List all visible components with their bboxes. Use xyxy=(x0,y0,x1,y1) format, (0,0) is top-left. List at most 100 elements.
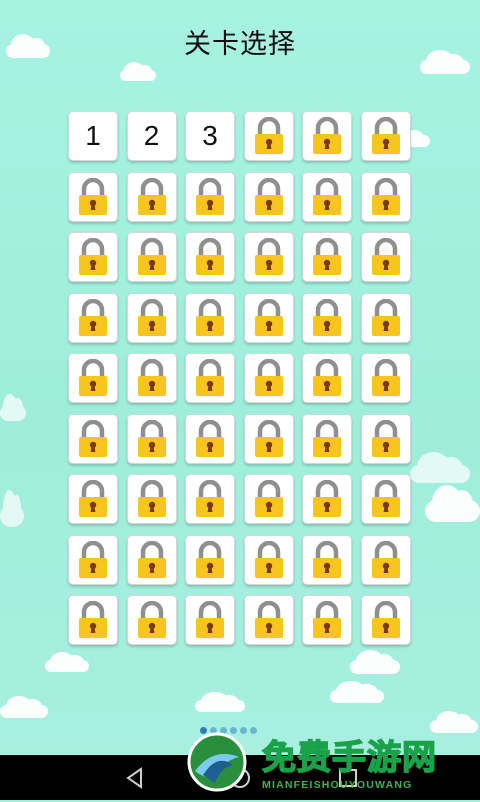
locked-level-button[interactable] xyxy=(360,171,411,222)
locked-level-button[interactable] xyxy=(302,474,352,524)
locked-level-button[interactable] xyxy=(68,534,118,585)
locked-level-button[interactable] xyxy=(302,413,352,464)
locked-level-button[interactable] xyxy=(185,595,235,645)
page-dot[interactable] xyxy=(250,727,257,734)
locked-level-button[interactable] xyxy=(126,171,177,222)
locked-level-button[interactable] xyxy=(126,595,177,645)
cloud xyxy=(425,484,480,522)
locked-level-button[interactable] xyxy=(360,534,411,585)
padlock-icon xyxy=(135,177,169,216)
cloud xyxy=(45,651,89,672)
padlock-icon xyxy=(76,238,110,276)
padlock-icon xyxy=(310,601,344,639)
padlock-icon xyxy=(310,117,344,155)
locked-level-button[interactable] xyxy=(185,413,235,464)
padlock-icon xyxy=(252,359,286,397)
locked-level-button[interactable] xyxy=(243,534,294,585)
padlock-icon xyxy=(369,419,403,458)
locked-level-button[interactable] xyxy=(126,292,177,343)
padlock-icon xyxy=(310,480,344,518)
locked-level-button[interactable] xyxy=(243,595,294,645)
padlock-icon xyxy=(252,177,286,216)
locked-level-button[interactable] xyxy=(360,413,411,464)
padlock-icon xyxy=(193,540,227,579)
padlock-icon xyxy=(193,359,227,397)
locked-level-button[interactable] xyxy=(243,353,294,403)
locked-level-button[interactable] xyxy=(68,474,118,524)
padlock-icon xyxy=(252,117,286,155)
locked-level-button[interactable] xyxy=(68,232,118,282)
locked-level-button[interactable] xyxy=(302,111,352,161)
locked-level-button[interactable] xyxy=(68,595,118,645)
locked-level-button[interactable] xyxy=(185,534,235,585)
level-button-2[interactable]: 2 xyxy=(126,111,177,161)
padlock-icon xyxy=(76,419,110,458)
padlock-icon xyxy=(310,419,344,458)
locked-level-button[interactable] xyxy=(185,232,235,282)
padlock-icon xyxy=(369,177,403,216)
locked-level-button[interactable] xyxy=(243,232,294,282)
padlock-icon xyxy=(310,177,344,216)
level-button-1[interactable]: 1 xyxy=(68,111,118,161)
back-icon[interactable] xyxy=(120,763,150,793)
level-number: 1 xyxy=(85,120,101,151)
locked-level-button[interactable] xyxy=(243,292,294,343)
locked-level-button[interactable] xyxy=(68,171,118,222)
padlock-icon xyxy=(76,177,110,216)
locked-level-button[interactable] xyxy=(243,171,294,222)
padlock-icon xyxy=(135,419,169,458)
locked-level-button[interactable] xyxy=(360,111,411,161)
locked-level-button[interactable] xyxy=(68,353,118,403)
locked-level-button[interactable] xyxy=(185,171,235,222)
locked-level-button[interactable] xyxy=(302,595,352,645)
padlock-icon xyxy=(193,177,227,216)
locked-level-button[interactable] xyxy=(360,595,411,645)
level-number: 3 xyxy=(202,120,218,151)
locked-level-button[interactable] xyxy=(302,232,352,282)
padlock-icon xyxy=(76,298,110,337)
padlock-icon xyxy=(135,540,169,579)
locked-level-button[interactable] xyxy=(360,474,411,524)
padlock-icon xyxy=(135,601,169,639)
locked-level-button[interactable] xyxy=(185,474,235,524)
padlock-icon xyxy=(135,359,169,397)
cloud xyxy=(430,710,478,733)
padlock-icon xyxy=(252,238,286,276)
cloud xyxy=(350,650,400,674)
locked-level-button[interactable] xyxy=(243,111,294,161)
watermark-subtitle: MIANFEISHOUYOUWANG xyxy=(262,779,413,791)
locked-level-button[interactable] xyxy=(126,413,177,464)
cloud xyxy=(410,452,470,483)
locked-level-button[interactable] xyxy=(302,353,352,403)
locked-level-button[interactable] xyxy=(126,534,177,585)
cloud xyxy=(195,691,245,712)
locked-level-button[interactable] xyxy=(243,474,294,524)
locked-level-button[interactable] xyxy=(68,413,118,464)
locked-level-button[interactable] xyxy=(360,353,411,403)
locked-level-button[interactable] xyxy=(360,232,411,282)
locked-level-button[interactable] xyxy=(126,474,177,524)
locked-level-button[interactable] xyxy=(302,534,352,585)
padlock-icon xyxy=(252,419,286,458)
padlock-icon xyxy=(76,601,110,639)
locked-level-button[interactable] xyxy=(126,232,177,282)
locked-level-button[interactable] xyxy=(243,413,294,464)
padlock-icon xyxy=(193,298,227,337)
locked-level-button[interactable] xyxy=(302,171,352,222)
padlock-icon xyxy=(369,298,403,337)
locked-level-button[interactable] xyxy=(185,292,235,343)
locked-level-button[interactable] xyxy=(185,353,235,403)
padlock-icon xyxy=(135,480,169,518)
padlock-icon xyxy=(193,419,227,458)
padlock-icon xyxy=(135,238,169,276)
padlock-icon xyxy=(369,117,403,155)
padlock-icon xyxy=(76,540,110,579)
locked-level-button[interactable] xyxy=(302,292,352,343)
locked-level-button[interactable] xyxy=(126,353,177,403)
locked-level-button[interactable] xyxy=(360,292,411,343)
locked-level-button[interactable] xyxy=(68,292,118,343)
padlock-icon xyxy=(252,480,286,518)
padlock-icon xyxy=(310,238,344,276)
padlock-icon xyxy=(252,601,286,639)
level-button-3[interactable]: 3 xyxy=(185,111,235,161)
